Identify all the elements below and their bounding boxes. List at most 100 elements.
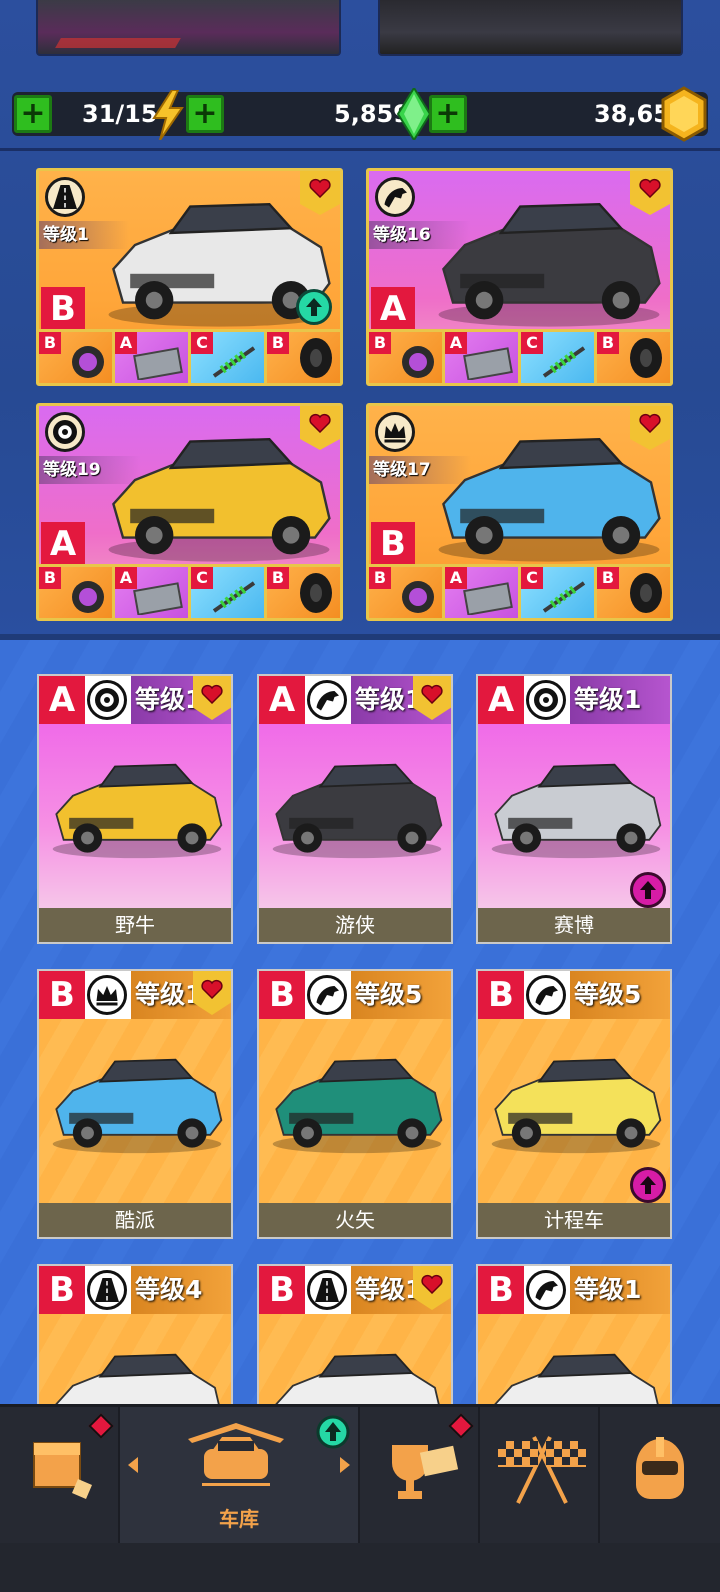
part-slot[interactable]: B	[267, 332, 340, 383]
car-rank: B	[259, 1266, 305, 1314]
garage-car-card[interactable]: B 等级5 计程车	[476, 969, 672, 1239]
part-slot[interactable]: B	[39, 567, 112, 618]
car-level: 等级4	[131, 1266, 231, 1314]
car-rank: B	[478, 1266, 524, 1314]
add-coins-button[interactable]: +	[429, 95, 467, 133]
card-header: B 等级5	[259, 971, 451, 1019]
card-header: A 等级1	[478, 676, 670, 724]
car-rank: B	[478, 971, 524, 1019]
road-icon	[307, 1270, 347, 1310]
car-image	[265, 750, 449, 864]
part-slot[interactable]: C	[521, 567, 594, 618]
part-grade: B	[39, 332, 61, 354]
divider	[0, 148, 720, 151]
garage-car-card[interactable]: A 等级1 游侠	[257, 674, 453, 944]
car-rank: B	[39, 971, 85, 1019]
car-rank: B	[41, 287, 85, 331]
car-image	[484, 750, 668, 864]
part-slot[interactable]: A	[115, 567, 188, 618]
car-rank: A	[259, 676, 305, 724]
upgrade-icon[interactable]	[296, 289, 332, 325]
garage-car-card[interactable]: A 等级1 野牛	[37, 674, 233, 944]
horse-icon	[526, 1270, 566, 1310]
trophy-icon	[392, 1445, 459, 1499]
upgrade-icon[interactable]	[630, 872, 666, 908]
nav-garage-label: 车库	[219, 1507, 259, 1531]
card-header: B 等级5	[478, 971, 670, 1019]
garage-car-icon	[188, 1423, 284, 1486]
add-energy-button[interactable]: +	[14, 95, 52, 133]
garage-car-card[interactable]: B 等级1 酷派	[37, 969, 233, 1239]
car-name: 火矢	[259, 1203, 451, 1237]
tire-class-icon	[87, 680, 127, 720]
car-rank: A	[478, 676, 524, 724]
part-grade: B	[267, 332, 289, 354]
part-grade: B	[369, 567, 391, 589]
part-slot[interactable]: B	[369, 567, 442, 618]
part-slot[interactable]: B	[597, 567, 670, 618]
car-name: 野牛	[39, 908, 231, 942]
parts-row: B A C B	[39, 564, 340, 618]
tire-class-icon	[526, 680, 566, 720]
plus-icon: +	[20, 96, 46, 131]
nav-shop-button[interactable]	[0, 1407, 120, 1543]
part-slot[interactable]: A	[445, 567, 518, 618]
event-thumbnail-right[interactable]	[378, 0, 683, 56]
upgrade-icon[interactable]	[630, 1167, 666, 1203]
garage-car-card[interactable]: B 等级5 火矢	[257, 969, 453, 1239]
event-thumbnail-left[interactable]	[36, 0, 341, 56]
part-slot[interactable]: B	[597, 332, 670, 383]
plus-icon: +	[192, 96, 218, 131]
crown-icon	[87, 975, 127, 1015]
car-level: 等级5	[570, 971, 670, 1019]
car-name: 游侠	[259, 908, 451, 942]
upgrade-icon	[316, 1415, 350, 1449]
part-slot[interactable]: B	[39, 332, 112, 383]
bottom-nav: 车库	[0, 1404, 720, 1592]
car-level: 等级5	[351, 971, 451, 1019]
car-level: 等级1	[570, 676, 670, 724]
car-level: 等级16	[369, 221, 471, 249]
part-slot[interactable]: B	[369, 332, 442, 383]
nav-footer	[0, 1543, 720, 1592]
tire-class-icon	[45, 412, 85, 452]
part-slot[interactable]: B	[267, 567, 340, 618]
nav-garage-button[interactable]: 车库	[120, 1407, 360, 1543]
horse-icon	[307, 975, 347, 1015]
garage-car-card[interactable]: A 等级1 赛博	[476, 674, 672, 944]
car-image	[429, 420, 669, 568]
nav-race-button[interactable]	[480, 1407, 600, 1543]
car-image	[99, 420, 339, 568]
part-slot[interactable]: C	[191, 332, 264, 383]
car-rank: A	[39, 676, 85, 724]
shop-icon	[33, 1442, 92, 1499]
car-level: 等级1	[39, 221, 129, 249]
arrow-right-icon	[340, 1457, 350, 1473]
car-rank: B	[39, 1266, 85, 1314]
nav-profile-button[interactable]	[600, 1407, 720, 1543]
car-image	[45, 1045, 229, 1159]
team-car-card[interactable]: 等级19 A B A C B	[36, 403, 343, 621]
add-gems-button[interactable]: +	[186, 95, 224, 133]
car-image	[429, 185, 669, 333]
horse-icon	[526, 975, 566, 1015]
part-slot[interactable]: A	[445, 332, 518, 383]
road-icon	[87, 1270, 127, 1310]
car-level: 等级17	[369, 456, 471, 484]
team-car-card[interactable]: 等级17 B B A C B	[366, 403, 673, 621]
coin-icon	[661, 86, 707, 142]
part-slot[interactable]: A	[115, 332, 188, 383]
arrow-left-icon	[128, 1457, 138, 1473]
car-image	[45, 750, 229, 864]
parts-row: B A C B	[369, 564, 670, 618]
nav-trophy-button[interactable]	[360, 1407, 480, 1543]
part-grade: B	[39, 567, 61, 589]
team-car-card[interactable]: 等级16 A B A C B	[366, 168, 673, 386]
car-name: 赛博	[478, 908, 670, 942]
part-slot[interactable]: C	[191, 567, 264, 618]
team-car-card[interactable]: 等级1 B B A C B	[36, 168, 343, 386]
part-slot[interactable]: C	[521, 332, 594, 383]
helmet-icon	[636, 1437, 684, 1499]
car-level: 等级1	[570, 1266, 670, 1314]
card-header: B 等级4	[39, 1266, 231, 1314]
